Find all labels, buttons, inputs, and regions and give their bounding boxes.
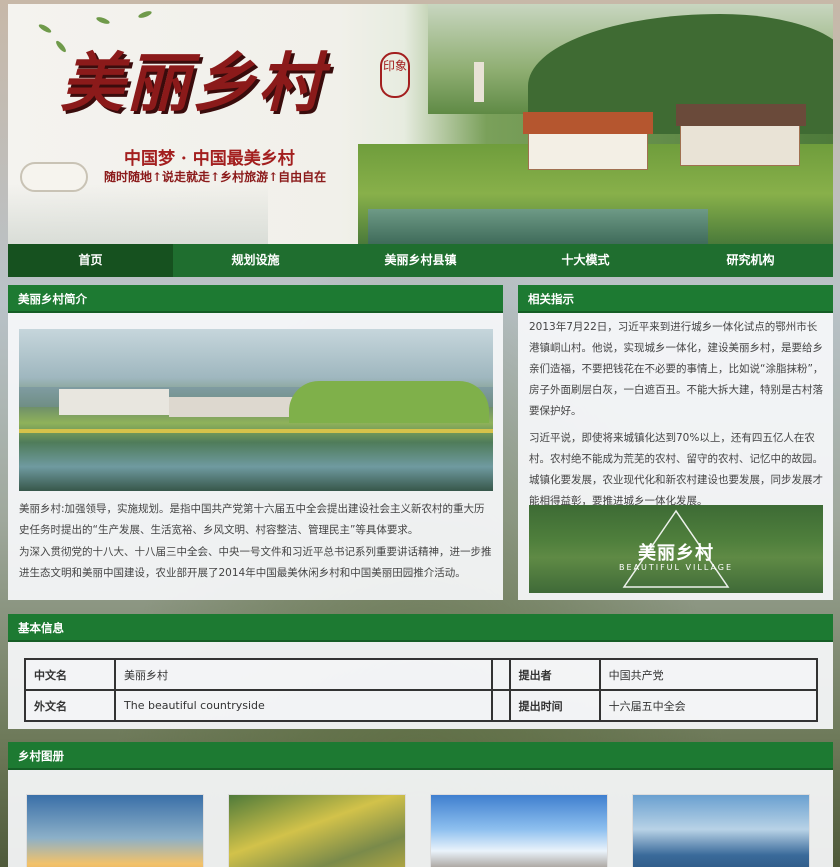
gallery-image[interactable] [228, 794, 406, 867]
intro-panel: 美丽乡村简介 美丽乡村:加强领导，实施规划。是指中国共产党第十六届五中全会提出建… [8, 285, 503, 600]
banner-slogan: 中国梦 · 中国最美乡村 [124, 149, 295, 169]
gallery-image[interactable] [632, 794, 810, 867]
intro-heading: 美丽乡村简介 [8, 285, 503, 313]
image-caption-subtitle: BEAUTIFUL VILLAGE [618, 563, 734, 572]
leaf-icon [95, 15, 111, 26]
nav-item-home[interactable]: 首页 [8, 244, 173, 277]
gallery-thumbnails [26, 794, 816, 867]
beautiful-village-image: 美丽乡村 BEAUTIFUL VILLAGE [529, 505, 823, 593]
banner: 美丽乡村 印象 中国梦 · 中国最美乡村 随时随地↑说走就走↑乡村旅游↑自由自在 [8, 4, 833, 244]
gallery-panel: 乡村图册 [8, 742, 833, 867]
info-key: 提出者 [508, 658, 601, 691]
info-key: 提出时间 [508, 689, 601, 722]
table-row: 外文名 The beautiful countryside 提出时间 十六届五中… [24, 689, 819, 722]
nav-item-research[interactable]: 研究机构 [668, 244, 833, 277]
guidance-paragraph: 习近平说，即使将来城镇化达到70%以上，还有四五亿人在农村。农村绝不能成为荒芜的… [529, 432, 823, 507]
leaf-icon [37, 22, 53, 35]
info-value: 美丽乡村 [114, 658, 493, 691]
nav-item-models[interactable]: 十大模式 [503, 244, 668, 277]
banner-tagline: 随时随地↑说走就走↑乡村旅游↑自由自在 [104, 170, 327, 184]
gallery-heading: 乡村图册 [8, 742, 833, 770]
intro-paragraph: 美丽乡村:加强领导，实施规划。是指中国共产党第十六届五中全会提出建设社会主义新农… [19, 503, 485, 536]
basic-info-table: 中文名 美丽乡村 提出者 中国共产党 外文名 The beautiful cou… [24, 658, 819, 722]
intro-text: 美丽乡村:加强领导，实施规划。是指中国共产党第十六届五中全会提出建设社会主义新农… [19, 499, 493, 585]
guidance-text: 2013年7月22日，习近平来到进行城乡一体化试点的鄂州市长港镇峒山村。他说，实… [529, 317, 825, 518]
info-value: The beautiful countryside [114, 689, 493, 722]
nav-item-planning[interactable]: 规划设施 [173, 244, 338, 277]
banner-house-roof [676, 104, 806, 126]
banner-lake [368, 209, 708, 244]
village-lake-image [19, 329, 493, 491]
banner-house [528, 130, 648, 170]
info-key: 外文名 [24, 689, 116, 722]
image-caption-title: 美丽乡村 [638, 543, 714, 564]
intro-paragraph: 为深入贯彻党的十八大、十八届三中全会、中央一号文件和习近平总书记系列重要讲话精神… [19, 546, 492, 579]
info-value: 十六届五中全会 [598, 689, 819, 722]
info-key: 中文名 [24, 658, 116, 691]
gallery-image[interactable] [430, 794, 608, 867]
seal-stamp: 印象 [380, 52, 410, 98]
banner-house [680, 122, 800, 166]
guidance-heading: 相关指示 [518, 285, 833, 313]
leaf-icon [137, 9, 153, 20]
gallery-image[interactable] [26, 794, 204, 867]
table-row: 中文名 美丽乡村 提出者 中国共产党 [24, 658, 819, 691]
table-gap [490, 689, 511, 722]
banner-house-roof [523, 112, 653, 134]
basic-info-panel: 基本信息 中文名 美丽乡村 提出者 中国共产党 外文名 The beautifu… [8, 614, 833, 729]
banner-title: 美丽乡村 [60, 46, 324, 121]
basic-info-heading: 基本信息 [8, 614, 833, 642]
nav-item-towns[interactable]: 美丽乡村县镇 [338, 244, 503, 277]
info-value: 中国共产党 [598, 658, 819, 691]
banner-church [474, 62, 484, 102]
guidance-panel: 相关指示 2013年7月22日，习近平来到进行城乡一体化试点的鄂州市长港镇峒山村… [518, 285, 833, 600]
table-gap [490, 658, 511, 691]
main-nav: 首页 规划设施 美丽乡村县镇 十大模式 研究机构 [8, 244, 833, 277]
cloud-icon [20, 162, 88, 192]
banner-ink-mountains [8, 184, 268, 244]
page: 美丽乡村 印象 中国梦 · 中国最美乡村 随时随地↑说走就走↑乡村旅游↑自由自在… [8, 4, 833, 867]
guidance-paragraph: 2013年7月22日，习近平来到进行城乡一体化试点的鄂州市长港镇峒山村。他说，实… [529, 321, 824, 417]
